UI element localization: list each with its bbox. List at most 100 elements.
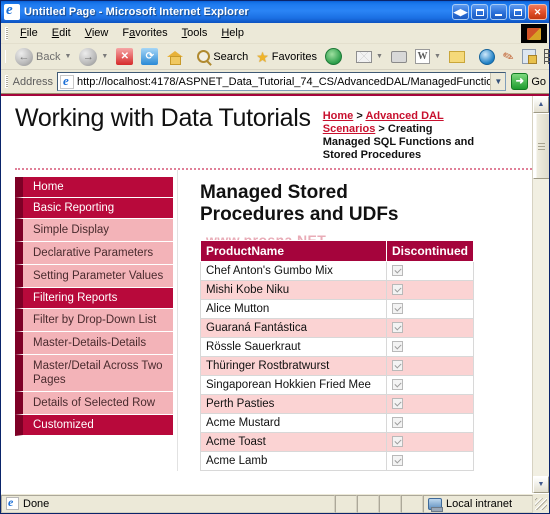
sidebar-nav: Home Basic Reporting Simple Display Decl…	[1, 170, 173, 436]
resize-grip-icon[interactable]	[535, 497, 547, 510]
table-row[interactable]: Perth Pasties	[200, 394, 475, 414]
sidebar-item-simple-display[interactable]: Simple Display	[15, 219, 173, 242]
scroll-up-button[interactable]: ▲	[533, 96, 549, 113]
sidebar-item-basic-reporting[interactable]: Basic Reporting	[15, 198, 173, 219]
sidebar-item-setting-parameter-values[interactable]: Setting Parameter Values	[15, 265, 173, 288]
scrollbar-track[interactable]	[533, 113, 549, 476]
pen-icon: ✎	[500, 47, 516, 65]
address-input[interactable]: http://localhost:4178/ASPNET_Data_Tutori…	[57, 72, 507, 91]
table-header: ProductName Discontinued	[200, 240, 475, 262]
home-icon	[166, 48, 184, 65]
sidebar-item-details-of-selected-row[interactable]: Details of Selected Row	[15, 392, 173, 415]
table-row[interactable]: Guaraná Fantástica	[200, 318, 475, 338]
scrollbar-grip-icon	[538, 142, 545, 150]
menu-item-file[interactable]: File	[13, 25, 45, 41]
table-row[interactable]: Mishi Kobe Niku	[200, 280, 475, 300]
sidebar-item-customized[interactable]: Customized	[15, 415, 173, 436]
search-button[interactable]: Search	[193, 46, 252, 68]
table-row[interactable]: Thüringer Rostbratwurst	[200, 356, 475, 376]
menu-item-favorites[interactable]: Favorites	[115, 25, 174, 41]
pen-button[interactable]: ✎	[499, 46, 518, 68]
restore-down-split-button[interactable]: ◀▶	[452, 4, 469, 20]
cell-discontinued	[385, 261, 475, 281]
table-row[interactable]: Rössle Sauerkraut	[200, 337, 475, 357]
grid-icon	[543, 49, 550, 64]
edit-page-button[interactable]	[518, 46, 540, 68]
address-dropdown-button[interactable]: ▼	[490, 73, 506, 90]
chevron-down-icon[interactable]: ▼	[64, 53, 71, 60]
table-row[interactable]: Acme Mustard	[200, 413, 475, 433]
checkbox-checked-icon	[391, 303, 403, 315]
sidebar-item-home[interactable]: Home	[15, 177, 173, 198]
grid-button[interactable]	[540, 46, 550, 68]
chevron-down-icon[interactable]: ▼	[101, 53, 108, 60]
table-row[interactable]: Acme Toast	[200, 432, 475, 452]
toolbar-grip-handle[interactable]	[5, 50, 6, 63]
menu-item-view[interactable]: View	[78, 25, 116, 41]
history-button[interactable]	[321, 46, 346, 68]
vertical-scrollbar[interactable]: ▲ ▼	[532, 96, 549, 493]
menu-grip-handle[interactable]	[5, 26, 8, 40]
stop-button[interactable]: ✕	[112, 46, 137, 68]
table-row[interactable]: Singaporean Hokkien Fried Mee	[200, 375, 475, 395]
column-header-discontinued[interactable]: Discontinued	[385, 240, 475, 262]
page-header: Working with Data Tutorials Home > Advan…	[1, 96, 532, 162]
forward-button[interactable]: → ▼	[75, 46, 112, 68]
sidebar-item-declarative-parameters[interactable]: Declarative Parameters	[15, 242, 173, 265]
msn-button[interactable]	[475, 46, 499, 68]
checkbox-checked-icon	[391, 322, 403, 334]
maximize-button[interactable]	[509, 4, 526, 20]
mail-button[interactable]: ▼	[352, 46, 387, 68]
security-zone-label: Local intranet	[446, 497, 513, 510]
table-body: Chef Anton's Gumbo Mix Mishi Kobe Niku Ali…	[200, 261, 475, 471]
checkbox-checked-icon	[391, 398, 403, 410]
checkbox-checked-icon	[391, 265, 403, 277]
home-button[interactable]	[162, 46, 187, 68]
scrollbar-thumb[interactable]	[533, 113, 549, 179]
refresh-button[interactable]: ⟳	[137, 46, 162, 68]
menu-item-help[interactable]: Help	[214, 25, 251, 41]
minimize-button[interactable]	[490, 4, 507, 20]
security-zone[interactable]: Local intranet	[423, 494, 533, 513]
address-url-text: http://localhost:4178/ASPNET_Data_Tutori…	[77, 75, 490, 88]
chevron-down-icon[interactable]: ▼	[434, 53, 441, 60]
favorites-star-icon: ★	[256, 48, 269, 65]
scroll-down-button[interactable]: ▼	[533, 476, 549, 493]
breadcrumb-link-home[interactable]: Home	[323, 110, 354, 122]
products-table: ProductName Discontinued Chef Anton's Gu…	[200, 240, 475, 471]
back-button[interactable]: ← Back ▼	[11, 46, 75, 68]
favorites-button[interactable]: ★ Favorites	[252, 46, 321, 68]
sidebar-item-filter-by-drop-down-list[interactable]: Filter by Drop-Down List	[15, 309, 173, 332]
print-button[interactable]	[387, 46, 411, 68]
table-row[interactable]: Acme Lamb	[200, 451, 475, 471]
tab-group-button[interactable]	[471, 4, 488, 20]
edit-word-icon: W	[414, 49, 430, 64]
sidebar-item-master-details-details[interactable]: Master-Details-Details	[15, 332, 173, 355]
back-icon: ←	[15, 47, 33, 66]
checkbox-checked-icon	[391, 379, 403, 391]
chevron-down-icon: ▼	[537, 481, 545, 488]
menu-item-tools[interactable]: Tools	[175, 25, 215, 41]
address-grip-handle[interactable]	[5, 75, 8, 88]
edit-word-button[interactable]: W ▼	[411, 46, 445, 68]
close-button[interactable]: ✕	[528, 4, 547, 20]
go-button[interactable]: ➜ Go	[511, 73, 546, 90]
sidebar-item-filtering-reports[interactable]: Filtering Reports	[15, 288, 173, 309]
cell-productname: Acme Toast	[200, 432, 387, 452]
cell-discontinued	[385, 356, 475, 376]
table-row[interactable]: Chef Anton's Gumbo Mix	[200, 261, 475, 281]
go-button-label: Go	[531, 75, 546, 88]
cell-discontinued	[385, 413, 475, 433]
menu-item-edit[interactable]: Edit	[45, 25, 78, 41]
chevron-down-icon[interactable]: ▼	[376, 53, 383, 60]
cell-productname: Alice Mutton	[200, 299, 387, 319]
cell-productname: Perth Pasties	[200, 394, 387, 414]
cell-discontinued	[385, 299, 475, 319]
status-slot-1	[335, 494, 357, 513]
sidebar-item-master-detail-across-two-pages[interactable]: Master/Detail Across Two Pages	[15, 355, 173, 392]
mail-icon	[356, 50, 373, 63]
address-label: Address	[12, 75, 53, 88]
messenger-button[interactable]	[445, 46, 469, 68]
column-header-productname[interactable]: ProductName	[200, 240, 387, 262]
table-row[interactable]: Alice Mutton	[200, 299, 475, 319]
